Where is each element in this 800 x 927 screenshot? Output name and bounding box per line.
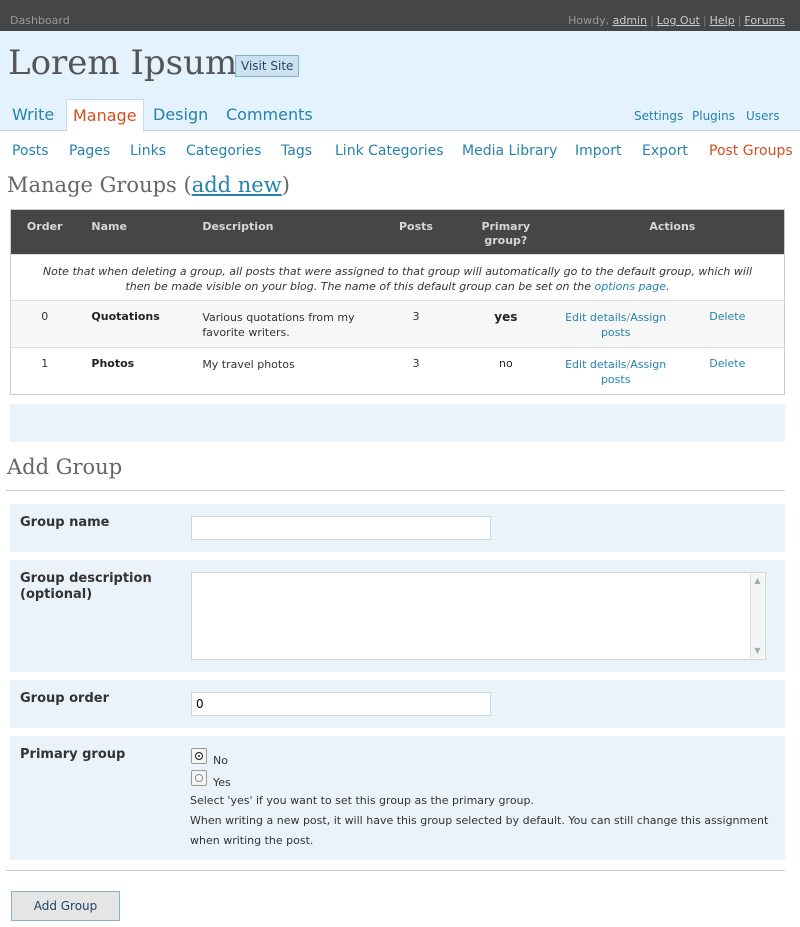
group-order-row: Group order [10, 680, 785, 728]
table-header-row: Order Name Description Posts Primary grou… [10, 209, 785, 255]
blog-title: Lorem Ipsum [8, 43, 238, 83]
forums-link[interactable]: Forums [744, 14, 785, 27]
scroll-up-icon[interactable]: ▲ [751, 574, 764, 588]
radio-no[interactable] [191, 748, 207, 764]
username-link[interactable]: admin [613, 14, 647, 27]
primary-help-1: Select 'yes' if you want to set this gro… [190, 794, 535, 807]
group-name-input[interactable] [191, 516, 491, 540]
row-posts: 3 [381, 347, 451, 395]
textarea-scrollbar[interactable]: ▲ ▼ [750, 574, 764, 658]
submenu-link-categories[interactable]: Link Categories [335, 143, 444, 159]
radio-yes[interactable] [191, 770, 207, 786]
users-link[interactable]: Users [746, 109, 780, 123]
add-group-title: Add Group [7, 455, 123, 479]
add-group-button[interactable]: Add Group [11, 891, 120, 921]
row-primary: yes [450, 300, 561, 348]
tab-design[interactable]: Design [147, 99, 214, 130]
row-edit-actions: Edit details/Assign posts [560, 347, 671, 395]
submenu-tags[interactable]: Tags [281, 143, 312, 159]
row-primary: no [450, 347, 561, 395]
row-order: 0 [10, 300, 79, 348]
radio-dot-icon [195, 752, 203, 760]
primary-group-label: Primary group [20, 747, 126, 762]
col-order: Order [10, 209, 79, 255]
radio-yes-label: Yes [213, 776, 231, 789]
visit-site-button[interactable]: Visit Site [235, 55, 300, 77]
col-actions: Actions [560, 209, 785, 255]
radio-dot-icon [195, 774, 203, 782]
row-delete: Delete [670, 300, 785, 348]
radio-no-label: No [213, 754, 228, 767]
group-name-label: Group name [20, 515, 110, 530]
help-link[interactable]: Help [710, 14, 735, 27]
edit-details-link[interactable]: Edit details [565, 311, 626, 324]
admin-top-bar: Dashboard Howdy, admin | Log Out | Help | Foru… [0, 0, 800, 31]
group-description-label: Group description (optional) [20, 571, 152, 602]
tab-manage[interactable]: Manage [66, 99, 144, 131]
row-name: Photos [78, 347, 190, 395]
col-posts: Posts [381, 209, 451, 255]
delete-link[interactable]: Delete [709, 310, 745, 323]
options-page-link[interactable]: options page [595, 280, 666, 293]
note-row: Note that when deleting a group, all pos… [10, 254, 785, 301]
edit-details-link[interactable]: Edit details [565, 358, 626, 371]
groups-table: Order Name Description Posts Primary grou… [10, 209, 785, 395]
row-order: 1 [10, 347, 79, 395]
divider [6, 870, 785, 871]
submenu-export[interactable]: Export [642, 143, 688, 159]
table-row: 1 Photos My travel photos 3 no Edit deta… [10, 347, 785, 395]
row-edit-actions: Edit details/Assign posts [560, 300, 671, 348]
howdy-text: Howdy, [568, 14, 610, 27]
group-description-row: Group description (optional) ▲ ▼ [10, 560, 785, 672]
delete-note: Note that when deleting a group, all pos… [10, 254, 785, 301]
settings-link[interactable]: Settings [634, 109, 683, 123]
col-primary: Primary group? [450, 209, 561, 255]
table-footer-bar [10, 404, 785, 442]
group-name-row: Group name [10, 504, 785, 552]
table-row: 0 Quotations Various quotations from my … [10, 300, 785, 348]
page-title: Manage Groups (add new) [7, 173, 290, 197]
submenu-categories[interactable]: Categories [186, 143, 261, 159]
delete-link[interactable]: Delete [709, 357, 745, 370]
group-description-textarea[interactable]: ▲ ▼ [191, 572, 766, 660]
row-description: My travel photos [189, 347, 382, 395]
add-new-link[interactable]: add new [192, 173, 282, 197]
divider [6, 490, 785, 491]
submenu-post-groups[interactable]: Post Groups [709, 143, 793, 159]
submenu-media-library[interactable]: Media Library [462, 143, 557, 159]
plugins-link[interactable]: Plugins [692, 109, 735, 123]
tab-comments[interactable]: Comments [220, 99, 319, 130]
row-name: Quotations [78, 300, 190, 348]
primary-help-2: When writing a new post, it will have th… [190, 814, 769, 847]
logout-link[interactable]: Log Out [657, 14, 700, 27]
row-posts: 3 [381, 300, 451, 348]
row-delete: Delete [670, 347, 785, 395]
col-description: Description [189, 209, 382, 255]
col-name: Name [78, 209, 190, 255]
site-header: Lorem Ipsum Visit Site Write Manage Desi… [0, 31, 800, 131]
tab-write[interactable]: Write [6, 99, 60, 130]
row-description: Various quotations from my favorite writ… [189, 300, 382, 348]
group-order-label: Group order [20, 691, 109, 706]
dashboard-link[interactable]: Dashboard [10, 14, 70, 27]
primary-group-row: Primary group No Yes Select 'yes' if you… [10, 736, 785, 860]
submenu-pages[interactable]: Pages [69, 143, 110, 159]
submenu-import[interactable]: Import [575, 143, 621, 159]
submenu-posts[interactable]: Posts [12, 143, 49, 159]
submenu-links[interactable]: Links [130, 143, 166, 159]
group-order-input[interactable] [191, 692, 491, 716]
scroll-down-icon[interactable]: ▼ [751, 644, 764, 658]
user-links: Howdy, admin | Log Out | Help | Forums [568, 14, 785, 27]
